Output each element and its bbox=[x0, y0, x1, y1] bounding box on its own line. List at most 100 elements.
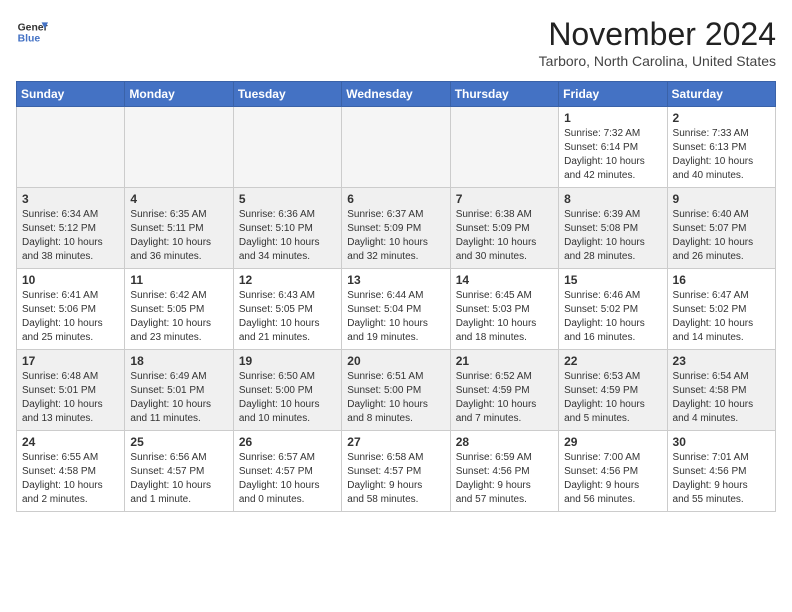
day-number: 7 bbox=[456, 192, 553, 206]
calendar-cell: 1 Sunrise: 7:32 AM Sunset: 6:14 PM Daylig… bbox=[559, 107, 667, 188]
logo-icon: General Blue bbox=[16, 16, 48, 48]
day-number: 12 bbox=[239, 273, 336, 287]
day-number: 30 bbox=[673, 435, 770, 449]
day-info: Sunrise: 6:37 AM Sunset: 5:09 PM Dayligh… bbox=[347, 208, 444, 264]
logo: General Blue bbox=[16, 16, 48, 48]
day-info: Sunrise: 6:53 AM Sunset: 4:59 PM Dayligh… bbox=[564, 370, 661, 426]
day-number: 15 bbox=[564, 273, 661, 287]
day-number: 23 bbox=[673, 354, 770, 368]
day-info: Sunrise: 6:55 AM Sunset: 4:58 PM Dayligh… bbox=[22, 451, 119, 507]
location-title: Tarboro, North Carolina, United States bbox=[539, 53, 776, 69]
day-info: Sunrise: 6:56 AM Sunset: 4:57 PM Dayligh… bbox=[130, 451, 227, 507]
weekday-header: Monday bbox=[125, 82, 233, 107]
day-info: Sunrise: 7:00 AM Sunset: 4:56 PM Dayligh… bbox=[564, 451, 661, 507]
day-info: Sunrise: 6:48 AM Sunset: 5:01 PM Dayligh… bbox=[22, 370, 119, 426]
day-info: Sunrise: 6:42 AM Sunset: 5:05 PM Dayligh… bbox=[130, 289, 227, 345]
day-info: Sunrise: 6:44 AM Sunset: 5:04 PM Dayligh… bbox=[347, 289, 444, 345]
calendar-cell: 17 Sunrise: 6:48 AM Sunset: 5:01 PM Dayli… bbox=[17, 350, 125, 431]
day-info: Sunrise: 6:46 AM Sunset: 5:02 PM Dayligh… bbox=[564, 289, 661, 345]
day-info: Sunrise: 6:49 AM Sunset: 5:01 PM Dayligh… bbox=[130, 370, 227, 426]
weekday-header: Saturday bbox=[667, 82, 775, 107]
calendar-cell: 4 Sunrise: 6:35 AM Sunset: 5:11 PM Daylig… bbox=[125, 188, 233, 269]
day-number: 5 bbox=[239, 192, 336, 206]
calendar-cell: 12 Sunrise: 6:43 AM Sunset: 5:05 PM Dayli… bbox=[233, 269, 341, 350]
weekday-header: Friday bbox=[559, 82, 667, 107]
page-header: General Blue November 2024 Tarboro, Nort… bbox=[16, 16, 776, 69]
calendar-cell: 19 Sunrise: 6:50 AM Sunset: 5:00 PM Dayli… bbox=[233, 350, 341, 431]
day-info: Sunrise: 6:43 AM Sunset: 5:05 PM Dayligh… bbox=[239, 289, 336, 345]
calendar-cell: 29 Sunrise: 7:00 AM Sunset: 4:56 PM Dayli… bbox=[559, 431, 667, 512]
day-info: Sunrise: 6:54 AM Sunset: 4:58 PM Dayligh… bbox=[673, 370, 770, 426]
calendar-cell: 5 Sunrise: 6:36 AM Sunset: 5:10 PM Daylig… bbox=[233, 188, 341, 269]
day-info: Sunrise: 6:36 AM Sunset: 5:10 PM Dayligh… bbox=[239, 208, 336, 264]
day-number: 4 bbox=[130, 192, 227, 206]
day-info: Sunrise: 6:59 AM Sunset: 4:56 PM Dayligh… bbox=[456, 451, 553, 507]
day-number: 22 bbox=[564, 354, 661, 368]
day-info: Sunrise: 6:45 AM Sunset: 5:03 PM Dayligh… bbox=[456, 289, 553, 345]
calendar-cell: 9 Sunrise: 6:40 AM Sunset: 5:07 PM Daylig… bbox=[667, 188, 775, 269]
day-number: 13 bbox=[347, 273, 444, 287]
calendar-cell: 16Sunrise: 6:47 AM Sunset: 5:02 PM Dayli… bbox=[667, 269, 775, 350]
calendar-cell: 10Sunrise: 6:41 AM Sunset: 5:06 PM Dayli… bbox=[17, 269, 125, 350]
calendar-cell bbox=[233, 107, 341, 188]
day-number: 1 bbox=[564, 111, 661, 125]
weekday-header: Wednesday bbox=[342, 82, 450, 107]
calendar-cell: 18 Sunrise: 6:49 AM Sunset: 5:01 PM Dayli… bbox=[125, 350, 233, 431]
calendar-cell bbox=[125, 107, 233, 188]
calendar-cell: 27 Sunrise: 6:58 AM Sunset: 4:57 PM Dayli… bbox=[342, 431, 450, 512]
day-number: 26 bbox=[239, 435, 336, 449]
calendar-week-row: 10Sunrise: 6:41 AM Sunset: 5:06 PM Dayli… bbox=[17, 269, 776, 350]
calendar-week-row: 3 Sunrise: 6:34 AM Sunset: 5:12 PM Daylig… bbox=[17, 188, 776, 269]
day-number: 3 bbox=[22, 192, 119, 206]
day-info: Sunrise: 6:40 AM Sunset: 5:07 PM Dayligh… bbox=[673, 208, 770, 264]
calendar-week-row: 1 Sunrise: 7:32 AM Sunset: 6:14 PM Daylig… bbox=[17, 107, 776, 188]
day-info: Sunrise: 7:32 AM Sunset: 6:14 PM Dayligh… bbox=[564, 127, 661, 183]
calendar-cell: 30Sunrise: 7:01 AM Sunset: 4:56 PM Dayli… bbox=[667, 431, 775, 512]
day-number: 24 bbox=[22, 435, 119, 449]
calendar-cell: 26 Sunrise: 6:57 AM Sunset: 4:57 PM Dayli… bbox=[233, 431, 341, 512]
calendar-cell: 25 Sunrise: 6:56 AM Sunset: 4:57 PM Dayli… bbox=[125, 431, 233, 512]
day-info: Sunrise: 6:50 AM Sunset: 5:00 PM Dayligh… bbox=[239, 370, 336, 426]
svg-text:Blue: Blue bbox=[18, 34, 41, 45]
day-info: Sunrise: 6:39 AM Sunset: 5:08 PM Dayligh… bbox=[564, 208, 661, 264]
calendar-cell: 28 Sunrise: 6:59 AM Sunset: 4:56 PM Dayli… bbox=[450, 431, 558, 512]
day-number: 28 bbox=[456, 435, 553, 449]
day-number: 18 bbox=[130, 354, 227, 368]
day-number: 21 bbox=[456, 354, 553, 368]
calendar-cell: 24 Sunrise: 6:55 AM Sunset: 4:58 PM Dayli… bbox=[17, 431, 125, 512]
calendar-cell: 21Sunrise: 6:52 AM Sunset: 4:59 PM Dayli… bbox=[450, 350, 558, 431]
calendar-cell: 14 Sunrise: 6:45 AM Sunset: 5:03 PM Dayli… bbox=[450, 269, 558, 350]
calendar-cell: 13 Sunrise: 6:44 AM Sunset: 5:04 PM Dayli… bbox=[342, 269, 450, 350]
calendar-cell: 8 Sunrise: 6:39 AM Sunset: 5:08 PM Daylig… bbox=[559, 188, 667, 269]
calendar-cell: 15 Sunrise: 6:46 AM Sunset: 5:02 PM Dayli… bbox=[559, 269, 667, 350]
calendar-cell bbox=[17, 107, 125, 188]
calendar-cell: 6 Sunrise: 6:37 AM Sunset: 5:09 PM Daylig… bbox=[342, 188, 450, 269]
day-info: Sunrise: 6:51 AM Sunset: 5:00 PM Dayligh… bbox=[347, 370, 444, 426]
day-number: 14 bbox=[456, 273, 553, 287]
day-number: 25 bbox=[130, 435, 227, 449]
calendar-cell: 20 Sunrise: 6:51 AM Sunset: 5:00 PM Dayli… bbox=[342, 350, 450, 431]
calendar-week-row: 24 Sunrise: 6:55 AM Sunset: 4:58 PM Dayli… bbox=[17, 431, 776, 512]
calendar-header-row: SundayMondayTuesdayWednesdayThursdayFrid… bbox=[17, 82, 776, 107]
day-number: 8 bbox=[564, 192, 661, 206]
day-number: 11 bbox=[130, 273, 227, 287]
day-number: 6 bbox=[347, 192, 444, 206]
day-number: 27 bbox=[347, 435, 444, 449]
day-info: Sunrise: 6:47 AM Sunset: 5:02 PM Dayligh… bbox=[673, 289, 770, 345]
day-number: 20 bbox=[347, 354, 444, 368]
day-number: 19 bbox=[239, 354, 336, 368]
day-number: 29 bbox=[564, 435, 661, 449]
day-info: Sunrise: 7:33 AM Sunset: 6:13 PM Dayligh… bbox=[673, 127, 770, 183]
day-info: Sunrise: 6:58 AM Sunset: 4:57 PM Dayligh… bbox=[347, 451, 444, 507]
calendar-table: SundayMondayTuesdayWednesdayThursdayFrid… bbox=[16, 81, 776, 512]
calendar-cell: 22 Sunrise: 6:53 AM Sunset: 4:59 PM Dayli… bbox=[559, 350, 667, 431]
day-number: 9 bbox=[673, 192, 770, 206]
day-number: 17 bbox=[22, 354, 119, 368]
day-info: Sunrise: 6:35 AM Sunset: 5:11 PM Dayligh… bbox=[130, 208, 227, 264]
day-info: Sunrise: 6:34 AM Sunset: 5:12 PM Dayligh… bbox=[22, 208, 119, 264]
title-block: November 2024 Tarboro, North Carolina, U… bbox=[539, 16, 776, 69]
day-info: Sunrise: 6:57 AM Sunset: 4:57 PM Dayligh… bbox=[239, 451, 336, 507]
calendar-cell: 11 Sunrise: 6:42 AM Sunset: 5:05 PM Dayli… bbox=[125, 269, 233, 350]
day-number: 2 bbox=[673, 111, 770, 125]
weekday-header: Tuesday bbox=[233, 82, 341, 107]
